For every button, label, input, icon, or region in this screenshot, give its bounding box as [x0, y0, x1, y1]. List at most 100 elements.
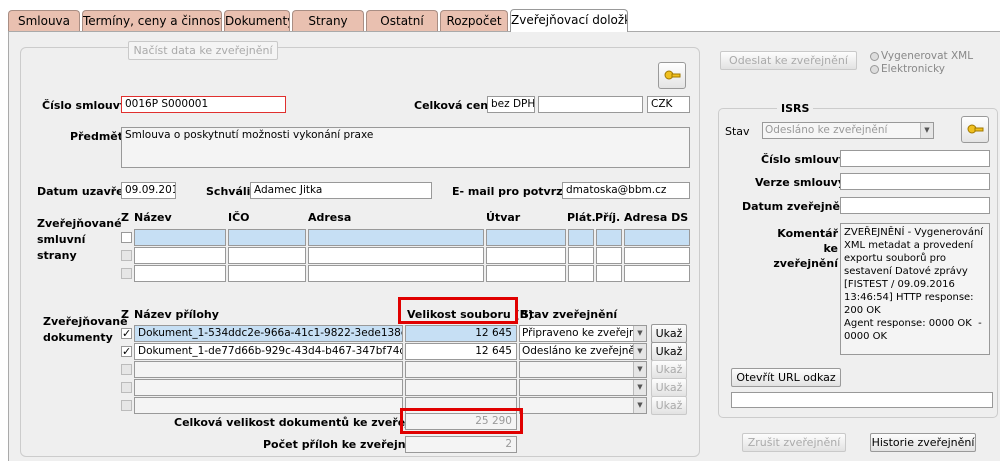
doc-name[interactable]: Dokument_1-de77d66b-929c-43d4-b467-347bf… [134, 343, 403, 360]
highlight-size-header [398, 297, 518, 324]
chevron-down-icon: ▼ [633, 344, 646, 359]
show-button[interactable]: Ukaž [651, 360, 687, 379]
publish-history-button[interactable]: Historie zveřejnění [870, 433, 976, 452]
party-ico[interactable] [228, 229, 306, 246]
contract-no-label: Číslo smlouvy [42, 99, 128, 112]
doc-checkbox[interactable] [121, 400, 132, 411]
party-utvar[interactable] [486, 247, 566, 264]
approved-field[interactable]: Adamec Jitka [250, 182, 432, 199]
count-label: Počet příloh ke zveřejnění [263, 438, 425, 451]
party-utvar[interactable] [486, 229, 566, 246]
isrs-state-select[interactable]: Odesláno ke zveřejnění ▼ [762, 122, 934, 139]
party-prij[interactable] [596, 229, 622, 246]
subject-field[interactable]: Smlouva o poskytnutí možnosti vykonání p… [121, 127, 690, 168]
parties-header-ico: IČO [228, 211, 250, 224]
isrs-date-field[interactable] [840, 197, 990, 214]
url-field[interactable] [731, 392, 993, 408]
party-adresa-ds[interactable] [624, 265, 690, 282]
price-type-field[interactable]: bez DPH [487, 96, 535, 113]
email-field[interactable]: dmatoska@bbm.cz [562, 182, 690, 199]
open-url-button[interactable]: Otevřít URL odkaz [731, 368, 841, 387]
send-to-publish-button[interactable]: Odeslat ke zveřejnění [720, 51, 857, 70]
doc-name[interactable] [134, 397, 403, 414]
show-button[interactable]: Ukaž [651, 324, 687, 343]
approved-label: Schválil [206, 185, 255, 198]
total-price-label: Celková cena [414, 99, 496, 112]
party-adresa[interactable] [308, 229, 484, 246]
party-prij[interactable] [596, 247, 622, 264]
party-plat[interactable] [568, 229, 594, 246]
parties-header-z: Z [121, 211, 129, 224]
show-button[interactable]: Ukaž [651, 342, 687, 361]
doc-size [405, 379, 517, 396]
doc-checkbox[interactable]: ✓ [121, 346, 132, 357]
doc-state-value: Připraveno ke zveřejn... [522, 327, 646, 339]
parties-header-utvar: Útvar [486, 211, 521, 224]
tab-rozpocet[interactable]: Rozpočet [440, 10, 508, 31]
isrs-comment-label: Komentář ke zveřejnění [773, 227, 838, 270]
doc-state-select[interactable]: ▼ [519, 397, 647, 414]
load-data-button[interactable]: Načíst data ke zveřejnění [128, 41, 278, 60]
isrs-version-field[interactable] [840, 173, 990, 190]
doc-state-value: Odesláno ke zveřejnění [522, 345, 645, 357]
isrs-comment-field[interactable]: ZVEŘEJNĚNÍ - Vygenerování XML metadat a … [840, 223, 990, 355]
doc-name[interactable]: Dokument_1-534ddc2e-966a-41c1-9822-3ede1… [134, 325, 403, 342]
party-nazev[interactable] [134, 265, 226, 282]
party-ico[interactable] [228, 265, 306, 282]
doc-name[interactable] [134, 379, 403, 396]
doc-name[interactable] [134, 361, 403, 378]
highlight-total-size [400, 408, 523, 434]
party-adresa-ds[interactable] [624, 247, 690, 264]
key-button[interactable] [658, 62, 686, 89]
radio-electronic-label: Elektronicky [881, 63, 945, 75]
show-button[interactable]: Ukaž [651, 396, 687, 415]
doc-checkbox[interactable] [121, 364, 132, 375]
docs-label: Zveřejňované dokumenty [43, 315, 128, 344]
party-adresa[interactable] [308, 247, 484, 264]
party-ico[interactable] [228, 247, 306, 264]
party-prij[interactable] [596, 265, 622, 282]
isrs-version-label: Verze smlouvy [755, 176, 845, 189]
tab-smlouva[interactable]: Smlouva [8, 10, 80, 31]
tab-ostatni[interactable]: Ostatní [366, 10, 438, 31]
party-checkbox[interactable] [121, 268, 132, 279]
isrs-state-value: Odesláno ke zveřejnění [765, 124, 888, 136]
cancel-publish-button[interactable]: Zrušit zveřejnění [742, 433, 846, 452]
parties-header-prij: Příj. [595, 211, 621, 224]
contract-no-field[interactable]: 0016P S000001 [121, 96, 286, 113]
radio-xml-label: Vygenerovat XML [881, 50, 974, 62]
tab-terminy[interactable]: Termíny, ceny a činnosti [82, 10, 222, 31]
total-size-label: Celková velikost dokumentů ke zveřejnění [174, 416, 436, 429]
isrs-date-label: Datum zveřejnění [742, 200, 852, 213]
party-checkbox[interactable] [121, 250, 132, 261]
tab-dokumenty[interactable]: Dokumenty [224, 10, 290, 31]
radio-electronic[interactable] [870, 65, 879, 74]
tab-strany[interactable]: Strany [292, 10, 364, 31]
isrs-key-button[interactable] [961, 116, 989, 143]
radio-xml[interactable] [870, 52, 879, 61]
show-button[interactable]: Ukaž [651, 378, 687, 397]
party-adresa-ds[interactable] [624, 229, 690, 246]
party-nazev[interactable] [134, 229, 226, 246]
parties-header-nazev: Název [134, 211, 172, 224]
doc-size: 12 645 [405, 343, 517, 360]
doc-state-select[interactable]: Připraveno ke zveřejn... ▼ [519, 325, 647, 342]
party-plat[interactable] [568, 247, 594, 264]
currency-field[interactable]: CZK [647, 96, 690, 113]
isrs-contract-field[interactable] [840, 150, 990, 167]
party-adresa[interactable] [308, 265, 484, 282]
date-field[interactable]: 09.09.2016 [121, 182, 176, 199]
doc-state-select[interactable]: ▼ [519, 361, 647, 378]
doc-checkbox[interactable]: ✓ [121, 328, 132, 339]
doc-state-select[interactable]: Odesláno ke zveřejnění ▼ [519, 343, 647, 360]
party-checkbox[interactable] [121, 232, 132, 243]
party-nazev[interactable] [134, 247, 226, 264]
doc-state-select[interactable]: ▼ [519, 379, 647, 396]
docs-header-nazev: Název přílohy [134, 308, 219, 321]
doc-checkbox[interactable] [121, 382, 132, 393]
party-utvar[interactable] [486, 265, 566, 282]
docs-header-stav: Stav zveřejnění [521, 308, 618, 321]
party-plat[interactable] [568, 265, 594, 282]
price-value-field[interactable] [538, 96, 643, 113]
tab-zverejnovaci-dolozka[interactable]: Zveřejňovací doložka [510, 9, 628, 32]
